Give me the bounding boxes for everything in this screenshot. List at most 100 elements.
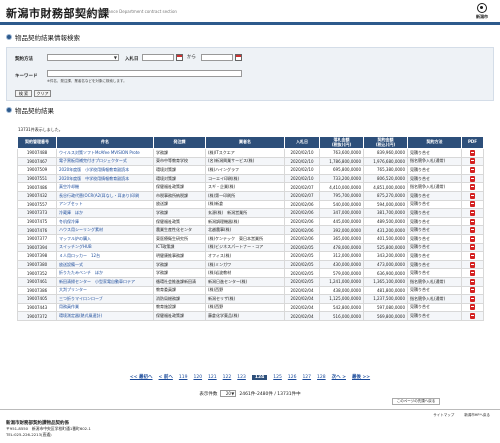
contract-title-link[interactable]: マッフル炉の購入	[56, 233, 154, 244]
logo-text: 新潟市	[476, 14, 488, 19]
table-cell: 19007486	[17, 182, 57, 192]
table-cell: 見積り合せ	[407, 233, 462, 244]
bullet-icon	[6, 107, 12, 113]
contract-title-link[interactable]: アンプセット	[56, 199, 154, 210]
table-cell: 農業生産性化センタ	[153, 225, 206, 235]
next-page-link[interactable]: 次へ >	[332, 374, 346, 380]
table-cell: ICT政策課	[153, 242, 206, 253]
calendar-icon[interactable]	[235, 54, 242, 61]
contract-title-link[interactable]: 用務員作業	[56, 302, 154, 313]
page-link[interactable]: 126	[288, 375, 297, 380]
table-cell: 4,851,000,0000	[363, 182, 408, 192]
contract-title-link[interactable]: 真空冷却機	[56, 182, 154, 192]
pdf-icon[interactable]	[470, 304, 475, 311]
contract-title-link[interactable]: スイッチングHUB	[56, 242, 154, 253]
page-link[interactable]: 122	[223, 375, 232, 380]
pdf-icon[interactable]	[470, 175, 475, 182]
contract-title-link[interactable]: 新田清掃センター 小型家電自動車ロテア	[56, 276, 154, 287]
table-row: 19007551 2020年度版 中学校用情報教育副読本 環境対策課 コーエイ印刷(株…	[17, 173, 484, 184]
table-cell: 445,000,0000	[319, 216, 364, 227]
back-to-top-link[interactable]: このページの先頭へ戻る	[392, 398, 440, 405]
pdf-icon[interactable]	[470, 209, 475, 216]
table-cell: 19007488	[17, 148, 57, 158]
date-to-input[interactable]	[201, 54, 233, 61]
table-cell: 19007352	[17, 268, 57, 278]
table-cell: 2020/02/06	[284, 216, 320, 227]
page-link[interactable]: 120	[193, 375, 202, 380]
per-page-select[interactable]: 20 ▼	[220, 390, 237, 397]
pdf-icon[interactable]	[470, 166, 475, 173]
page-link[interactable]: 123	[237, 375, 246, 380]
keyword-input[interactable]	[47, 70, 242, 77]
page-link[interactable]: 125	[273, 375, 282, 380]
site-header: 新潟市財務部契約課 Niigata City Finance Departmen…	[0, 0, 500, 25]
contract-title-link[interactable]: 冬机保冷庫	[56, 216, 154, 227]
table-cell: 431,200,0000	[363, 225, 408, 235]
contract-title-link[interactable]: 大判プリンター	[56, 285, 154, 296]
contract-method-select[interactable]: ▼	[47, 54, 119, 61]
contract-title-link[interactable]: ウイルス対策ソフトMcAfee MVISION Prote	[56, 148, 154, 158]
table-cell: 2020/02/05	[284, 259, 320, 270]
pdf-icon[interactable]	[470, 287, 475, 294]
search-button[interactable]: 検 索	[15, 90, 32, 97]
date-from-input[interactable]	[142, 54, 174, 61]
table-cell: 学務課	[153, 148, 206, 158]
prev-page-link[interactable]: < 前へ	[159, 374, 173, 380]
page-link[interactable]: 121	[208, 375, 217, 380]
table-row: 19007380 放送設備一式 学務課 (株)ミンガワ 2020/02/05 430,00…	[17, 259, 484, 270]
pdf-icon[interactable]	[470, 252, 475, 259]
pdf-icon[interactable]	[470, 295, 475, 302]
pdf-icon[interactable]	[470, 201, 475, 208]
city-logo[interactable]: 新潟市	[470, 3, 494, 22]
table-cell: 学務課	[153, 268, 206, 278]
table-cell: 569,800,0000	[363, 311, 408, 321]
table-cell: 19007551	[17, 173, 57, 184]
table-cell: (株)新倉	[205, 199, 285, 210]
table-cell: 2020/02/10	[284, 156, 320, 167]
pdf-cell	[461, 259, 484, 270]
contract-title-link[interactable]: 環境測定器(熱式風速計)	[56, 311, 154, 321]
pdf-icon[interactable]	[470, 235, 475, 242]
pdf-icon[interactable]	[470, 158, 475, 165]
page-link[interactable]: 124	[251, 374, 268, 380]
pdf-icon[interactable]	[470, 149, 475, 156]
clear-button[interactable]: クリア	[34, 90, 51, 97]
calendar-icon[interactable]	[176, 54, 183, 61]
page-link[interactable]: 119	[179, 375, 188, 380]
table-cell: (名)新潟興業サービス(株)	[205, 156, 285, 167]
table-row: 19007509 2020年度版 小学校用情報教育副読本 環境対策課 (株)ハイングラ…	[17, 165, 484, 175]
page-link[interactable]: 127	[302, 375, 311, 380]
pdf-icon[interactable]	[470, 227, 475, 234]
pdf-icon[interactable]	[470, 270, 475, 277]
table-cell: (株)西野	[205, 285, 285, 296]
pdf-icon[interactable]	[470, 218, 475, 225]
contract-title-link[interactable]: 折りたたみベンチ ほか	[56, 268, 154, 278]
pdf-icon[interactable]	[470, 313, 475, 320]
table-cell: 478,000,0000	[319, 242, 364, 253]
table-cell: 481,800,0000	[363, 285, 408, 296]
sitemap-link[interactable]: サイトマップ	[433, 413, 454, 418]
pdf-icon[interactable]	[470, 261, 475, 268]
contract-title-link[interactable]: 電子黒板用補完付きプロジェクター式	[56, 156, 154, 167]
last-page-link[interactable]: 最後 >>	[352, 374, 370, 380]
contract-title-link[interactable]: 放送設備一式	[56, 259, 154, 270]
table-cell: 見積り合せ	[407, 259, 462, 270]
bullet-icon	[6, 34, 12, 40]
pdf-icon[interactable]	[470, 244, 475, 251]
table-cell: (株)岩波教材	[205, 268, 285, 278]
contract-title-link[interactable]: 三つ折りマイロンローブ	[56, 294, 154, 304]
pdf-icon[interactable]	[470, 278, 475, 285]
contract-title-link[interactable]: ハウス用シーリング素材	[56, 225, 154, 235]
contract-title-link[interactable]: 長谷行政代替(OCR(A2(耳なし・耳あり)印刷	[56, 190, 154, 201]
contract-title-link[interactable]: 2020年度版 中学校用情報教育副読本	[56, 173, 154, 184]
page-link[interactable]: 128	[317, 375, 326, 380]
pdf-icon[interactable]	[470, 184, 475, 191]
first-page-link[interactable]: << 最初へ	[130, 374, 153, 380]
contract-title-link[interactable]: 冷蔵庫 ほか	[56, 208, 154, 218]
contract-title-link[interactable]: 2020年度版 小学校用情報教育副読本	[56, 165, 154, 175]
city-home-link[interactable]: 新潟市HPへ戻る	[464, 413, 490, 418]
pdf-icon[interactable]	[470, 192, 475, 199]
contract-title-link[interactable]: ４人用ロッカー 12台	[56, 251, 154, 261]
table-cell: 19007509	[17, 165, 57, 175]
table-row: 19007386 大判プリンター 教育委員課 (株)西野 2020/02/04 438,0…	[17, 285, 484, 296]
